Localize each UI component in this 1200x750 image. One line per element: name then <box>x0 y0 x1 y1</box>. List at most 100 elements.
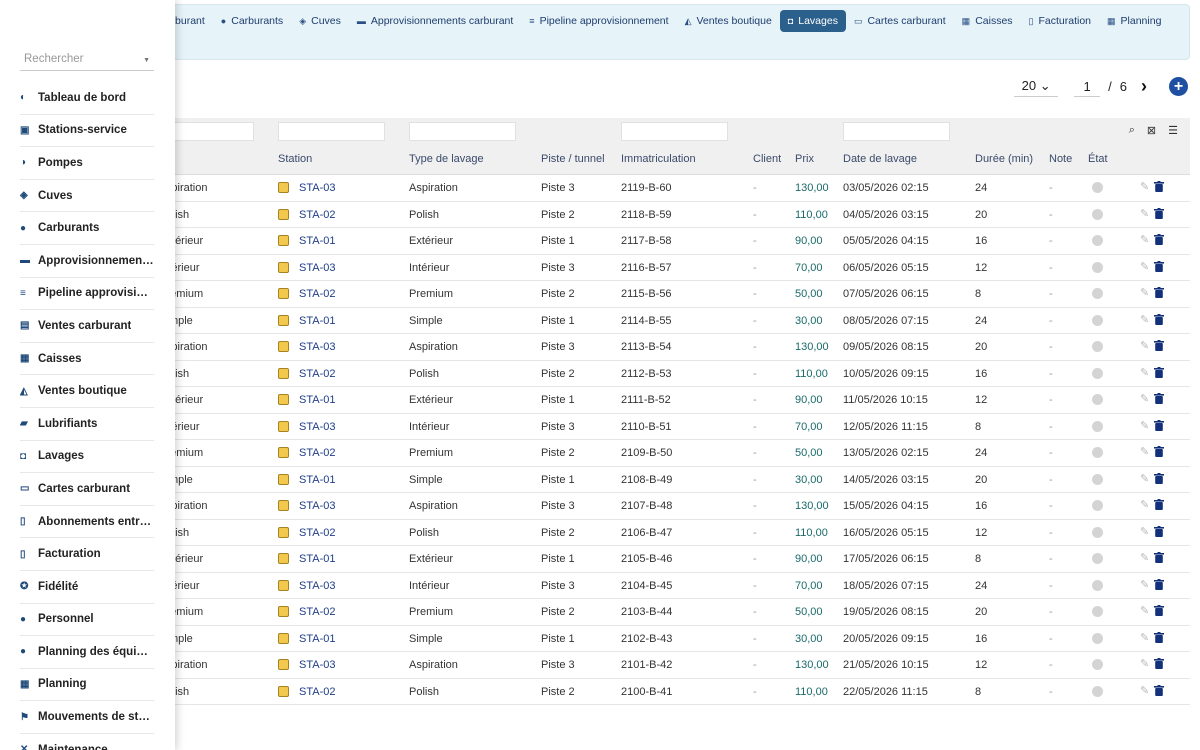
clear-filter-icon[interactable]: ⊠ <box>1147 124 1156 137</box>
table-row[interactable]: e Aspiration STA-03 Aspiration Piste 3 2107-… <box>150 493 1190 520</box>
next-page-chevron-icon[interactable]: › <box>1141 76 1147 97</box>
delete-trash-icon[interactable] <box>1154 181 1164 192</box>
column-header[interactable]: État <box>1088 153 1108 165</box>
per-page-select[interactable]: 20 ⌄ <box>1014 76 1059 97</box>
sidebar-item-facturation[interactable]: ▯ Facturation <box>20 538 154 571</box>
column-header[interactable]: Station <box>278 153 312 165</box>
cell-station-link[interactable]: STA-01 <box>299 633 335 645</box>
table-row[interactable]: e Aspiration STA-03 Aspiration Piste 3 2113-… <box>150 334 1190 361</box>
edit-pencil-icon[interactable]: ✎ <box>1140 657 1149 670</box>
sidebar-item-approvisionnements-carburant[interactable]: ▬ Approvisionnements carburant <box>20 245 154 278</box>
table-row[interactable]: e Extérieur STA-01 Extérieur Piste 1 2105-B-… <box>150 546 1190 573</box>
search-icon[interactable]: ⌕ <box>1129 124 1135 137</box>
table-row[interactable]: e IntérieurSTA-03IntérieurPiste 32116-B-… <box>150 255 1190 281</box>
sidebar-item-carburants[interactable]: ● Carburants <box>20 212 154 245</box>
cell-station-link[interactable]: STA-03 <box>299 421 335 433</box>
table-row[interactable]: e Extérieur STA-01 Extérieur Piste 1 2117-B-… <box>150 228 1190 255</box>
cell-station-link[interactable]: STA-01 <box>299 394 335 406</box>
edit-pencil-icon[interactable]: ✎ <box>1140 366 1149 379</box>
sidebar-item-planning[interactable]: ▦ Planning <box>20 669 154 702</box>
cell-station-link[interactable]: STA-01 <box>299 553 335 565</box>
edit-pencil-icon[interactable]: ✎ <box>1140 180 1149 193</box>
sidebar-item-stations-service[interactable]: ▣ Stations-service <box>20 115 154 148</box>
column-header[interactable]: Immatriculation <box>621 153 696 165</box>
cell-station-link[interactable]: STA-01 <box>299 474 335 486</box>
sidebar-item-pipeline-approvisionnement[interactable]: ≡ Pipeline approvisionnement <box>20 278 154 311</box>
table-row[interactable]: e SimpleSTA-01SimplePiste 12102-B-43-30,… <box>150 626 1190 652</box>
cell-station-link[interactable]: STA-02 <box>299 606 335 618</box>
cell-station-link[interactable]: STA-03 <box>299 341 335 353</box>
filter-input-immatriculation[interactable] <box>621 122 728 141</box>
delete-trash-icon[interactable] <box>1154 525 1164 537</box>
sidebar-item-lubrifiants[interactable]: ▰ Lubrifiants <box>20 408 154 441</box>
edit-pencil-icon[interactable]: ✎ <box>1140 551 1149 564</box>
cell-station-link[interactable]: STA-02 <box>299 447 335 459</box>
table-row[interactable]: e SimpleSTA-01SimplePiste 12114-B-55-30,… <box>150 308 1190 334</box>
cell-station-link[interactable]: STA-02 <box>299 368 335 380</box>
edit-pencil-icon[interactable]: ✎ <box>1140 525 1149 538</box>
sidebar-item-maintenance[interactable]: ✕ Maintenance <box>20 734 154 750</box>
edit-pencil-icon[interactable]: ✎ <box>1140 260 1149 273</box>
column-header[interactable]: Type de lavage <box>409 153 484 165</box>
table-row[interactable]: e PolishSTA-02PolishPiste 22100-B-41-110… <box>150 679 1190 705</box>
table-row[interactable]: e Premium STA-02 Premium Piste 2 2115-B-56-5… <box>150 281 1190 308</box>
cell-station-link[interactable]: STA-03 <box>299 659 335 671</box>
filter-input-type-lavage[interactable] <box>409 122 516 141</box>
delete-trash-icon[interactable] <box>1154 605 1164 616</box>
edit-pencil-icon[interactable]: ✎ <box>1140 419 1149 432</box>
cell-station-link[interactable]: STA-01 <box>299 235 335 247</box>
filter-input-station[interactable] <box>278 122 385 141</box>
delete-trash-icon[interactable] <box>1154 419 1164 431</box>
table-row[interactable]: e Aspiration STA-03 Aspiration Piste 3 2119-… <box>150 175 1190 202</box>
delete-trash-icon[interactable] <box>1154 684 1164 696</box>
cell-station-link[interactable]: STA-03 <box>299 500 335 512</box>
tab-facturation[interactable]: ▯ Facturation <box>1021 10 1099 32</box>
edit-pencil-icon[interactable]: ✎ <box>1140 313 1149 326</box>
tab-planning[interactable]: ▦ Planning <box>1099 10 1169 32</box>
column-header[interactable]: Note <box>1049 153 1072 165</box>
delete-trash-icon[interactable] <box>1154 207 1164 219</box>
cell-station-link[interactable]: STA-02 <box>299 527 335 539</box>
delete-trash-icon[interactable] <box>1154 340 1164 351</box>
delete-trash-icon[interactable] <box>1154 446 1164 457</box>
sidebar-item-ventes-carburant[interactable]: ▤ Ventes carburant <box>20 310 154 343</box>
column-header[interactable]: Piste / tunnel <box>541 153 605 165</box>
cell-station-link[interactable]: STA-02 <box>299 288 335 300</box>
cell-station-link[interactable]: STA-01 <box>299 315 335 327</box>
delete-trash-icon[interactable] <box>1154 552 1164 563</box>
sidebar-item-planning-des-équipes[interactable]: ● Planning des équipes <box>20 636 154 669</box>
edit-pencil-icon[interactable]: ✎ <box>1140 498 1149 511</box>
sidebar-item-caisses[interactable]: ▦ Caisses <box>20 343 154 376</box>
column-header[interactable]: Durée (min) <box>975 153 1033 165</box>
table-row[interactable]: e Premium STA-02 Premium Piste 2 2103-B-44-5… <box>150 599 1190 626</box>
table-row[interactable]: e IntérieurSTA-03IntérieurPiste 32110-B-… <box>150 414 1190 440</box>
page-input[interactable]: 1 <box>1074 77 1101 97</box>
sidebar-item-pompes[interactable]: ◑ Pompes <box>20 147 154 180</box>
column-list-icon[interactable]: ☰ <box>1168 124 1178 137</box>
table-row[interactable]: e Premium STA-02 Premium Piste 2 2109-B-50-5… <box>150 440 1190 467</box>
tab-cartes-carburant[interactable]: ▭ Cartes carburant <box>846 10 954 32</box>
cell-station-link[interactable]: STA-03 <box>299 580 335 592</box>
edit-pencil-icon[interactable]: ✎ <box>1140 339 1149 352</box>
delete-trash-icon[interactable] <box>1154 578 1164 590</box>
table-row[interactable]: e Aspiration STA-03 Aspiration Piste 3 2101-… <box>150 652 1190 679</box>
add-record-plus-icon[interactable]: + <box>1169 77 1188 96</box>
sidebar-item-mouvements-de-stock[interactable]: ⚑ Mouvements de stock <box>20 701 154 734</box>
sidebar-item-abonnements-entreprise[interactable]: ▯ Abonnements entreprise <box>20 506 154 539</box>
sidebar-item-cuves[interactable]: ◈ Cuves <box>20 180 154 213</box>
table-row[interactable]: e SimpleSTA-01SimplePiste 12108-B-49-30,… <box>150 467 1190 493</box>
cell-station-link[interactable]: STA-03 <box>299 182 335 194</box>
edit-pencil-icon[interactable]: ✎ <box>1140 684 1149 697</box>
delete-trash-icon[interactable] <box>1154 393 1164 404</box>
sidebar-item-cartes-carburant[interactable]: ▭ Cartes carburant <box>20 473 154 506</box>
delete-trash-icon[interactable] <box>1154 287 1164 298</box>
table-row[interactable]: e PolishSTA-02PolishPiste 22106-B-47-110… <box>150 520 1190 546</box>
sidebar-search-select[interactable]: Rechercher ▼ <box>20 53 154 71</box>
tab-carburants[interactable]: ● Carburants <box>213 10 291 32</box>
cell-station-link[interactable]: STA-03 <box>299 262 335 274</box>
sidebar-item-personnel[interactable]: ● Personnel <box>20 604 154 637</box>
edit-pencil-icon[interactable]: ✎ <box>1140 604 1149 617</box>
sidebar-item-lavages[interactable]: ◘ Lavages <box>20 441 154 474</box>
cell-station-link[interactable]: STA-02 <box>299 209 335 221</box>
column-header[interactable]: Prix <box>795 153 814 165</box>
